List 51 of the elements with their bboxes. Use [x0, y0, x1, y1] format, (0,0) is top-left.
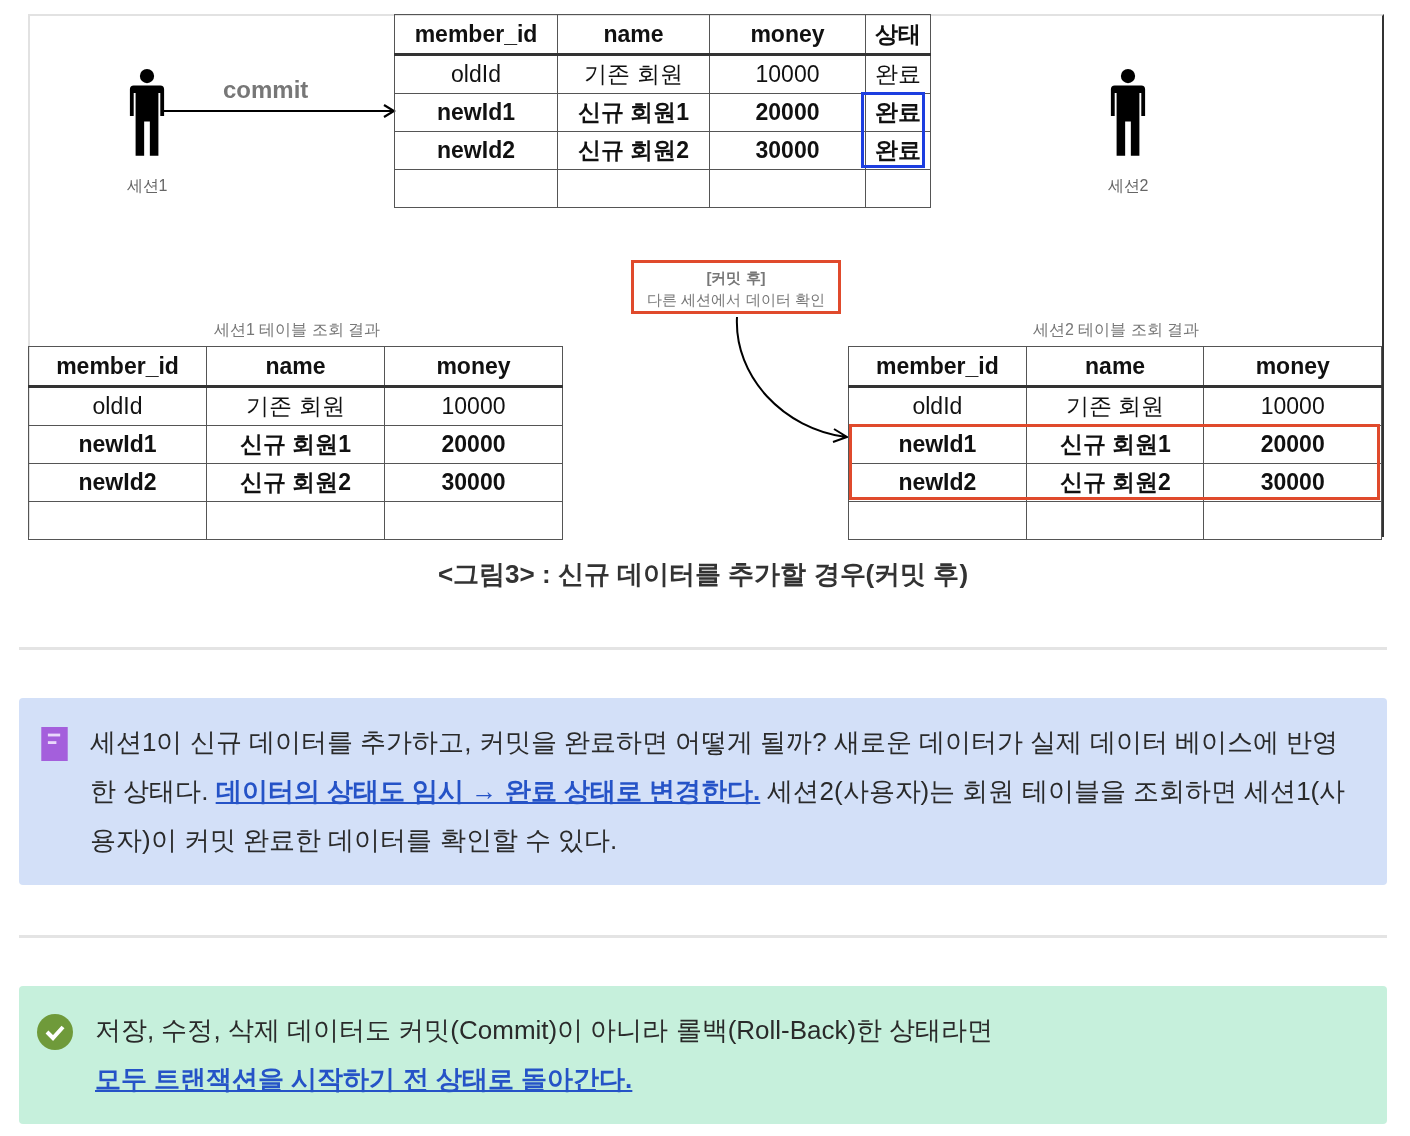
link[interactable]: 모두 트랜잭션을 시작하기 전 상태로 돌아간다.: [95, 1064, 633, 1094]
table-caption: 세션1 테이블 조회 결과: [212, 320, 382, 340]
table-cell: 완료: [865, 131, 931, 170]
column-header: member_id: [28, 346, 207, 387]
table-cell: 신규 회원1: [557, 93, 710, 132]
column-header: name: [206, 346, 385, 387]
table-cell: 신규 회원1: [206, 425, 385, 464]
table-cell: 10000: [384, 386, 563, 426]
table-cell: newId2: [28, 463, 207, 502]
column-header: money: [384, 346, 563, 387]
table-cell: 신규 회원2: [557, 131, 710, 170]
table-cell: newId1: [848, 425, 1027, 464]
table-cell: 20000: [709, 93, 866, 132]
document-icon: [41, 727, 68, 761]
table-cell: 완료: [865, 93, 931, 132]
table-cell: oldId: [28, 386, 207, 426]
table-cell: 30000: [709, 131, 866, 170]
session-label: 세션2: [1107, 176, 1149, 196]
table-cell: 10000: [709, 54, 866, 94]
table-cell: 기존 회원: [206, 386, 385, 426]
note-text: 다른 세션에서 데이터 확인: [646, 290, 826, 310]
table-cell: oldId: [848, 386, 1027, 426]
table-cell: 20000: [384, 425, 563, 464]
callout-text: 저장, 수정, 삭제 데이터도 커밋(Commit)이 아니라 롤백(Roll-Back)한 상태라면 모두 트랜잭션을 시작하기 전 상태로 돌아간다.: [95, 1014, 995, 1096]
column-header: member_id: [394, 14, 558, 55]
callout-text: 세션1이 신규 데이터를 추가하고, 커밋을 완료하면 어떻게 될까? 새로운 데이터가 실제 데이터 베이스에 반영한 상태다. 데이터의 상태도 임시 → 완료 상태로 변경한다. 세션2(사용자)는 회원 테이블을 조회하면 세션1(사용자)이 커밋 완료한 데이터를 확인할 수 있다.: [90, 726, 1347, 857]
column-header: money: [709, 14, 866, 55]
table-cell: newId1: [28, 425, 207, 464]
figure-caption: <그림3> : 신규 데이터를 추가할 경우(커밋 후): [436, 558, 970, 591]
table-cell: newId2: [848, 463, 1027, 502]
table-cell: 신규 회원2: [206, 463, 385, 502]
table-cell: 20000: [1203, 425, 1382, 464]
note-title: [커밋 후]: [705, 268, 767, 288]
table-cell: 신규 회원1: [1026, 425, 1204, 464]
table-cell: newId1: [394, 93, 558, 132]
check-icon: [37, 1014, 73, 1050]
column-header: member_id: [848, 346, 1027, 387]
table-caption: 세션2 테이블 조회 결과: [1031, 320, 1201, 340]
table-cell: 30000: [384, 463, 563, 502]
commit-label: commit: [223, 76, 309, 104]
link[interactable]: 데이터의 상태도 임시 → 완료 상태로 변경한다.: [215, 776, 761, 806]
column-header: money: [1203, 346, 1382, 387]
column-header: name: [1026, 346, 1204, 387]
table-cell: 기존 회원: [557, 54, 710, 94]
column-header: name: [557, 14, 710, 55]
table-cell: newId2: [394, 131, 558, 170]
table-cell: 30000: [1203, 463, 1382, 502]
session-label: 세션1: [126, 176, 168, 196]
column-header: 상태: [865, 14, 931, 55]
table-cell: 신규 회원2: [1026, 463, 1204, 502]
table-cell: oldId: [394, 54, 558, 94]
